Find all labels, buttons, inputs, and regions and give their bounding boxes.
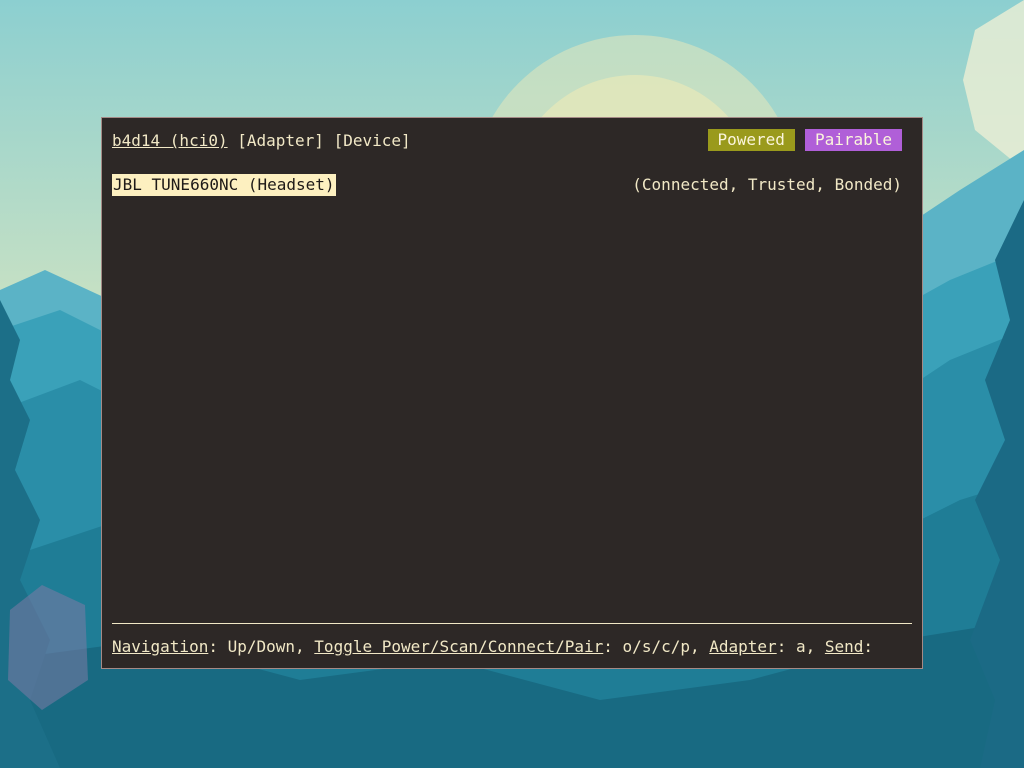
tab-device[interactable]: [Device] <box>334 131 411 150</box>
help-adapter-label: Adapter <box>709 637 777 656</box>
help-send-label: Send <box>824 637 864 656</box>
help-toggle-label: Toggle Power/Scan/Connect/Pair <box>314 637 604 656</box>
device-name[interactable]: JBL TUNE660NC (Headset) <box>112 174 336 196</box>
status-badges: Powered Pairable <box>707 129 902 151</box>
footer-divider <box>112 623 912 624</box>
device-status: (Connected, Trusted, Bonded) <box>632 175 902 194</box>
help-send-keys: : <box>863 637 874 656</box>
help-navigation-label: Navigation <box>112 637 209 656</box>
pairable-badge[interactable]: Pairable <box>804 129 902 151</box>
keybinding-help: Navigation: Up/Down, Toggle Power/Scan/C… <box>112 636 873 658</box>
bluetooth-tui-window: b4d14 (hci0) [Adapter] [Device] Powered … <box>101 117 923 669</box>
help-navigation-keys: : Up/Down, <box>208 637 315 656</box>
powered-badge[interactable]: Powered <box>707 129 795 151</box>
tab-adapter[interactable]: [Adapter] <box>237 131 324 150</box>
header-bar: b4d14 (hci0) [Adapter] [Device] <box>112 130 411 152</box>
adapter-name[interactable]: b4d14 (hci0) <box>112 131 228 150</box>
help-adapter-keys: : a, <box>776 637 825 656</box>
help-toggle-keys: : o/s/c/p, <box>603 637 710 656</box>
device-list-item[interactable]: JBL TUNE660NC (Headset) (Connected, Trus… <box>112 174 902 196</box>
